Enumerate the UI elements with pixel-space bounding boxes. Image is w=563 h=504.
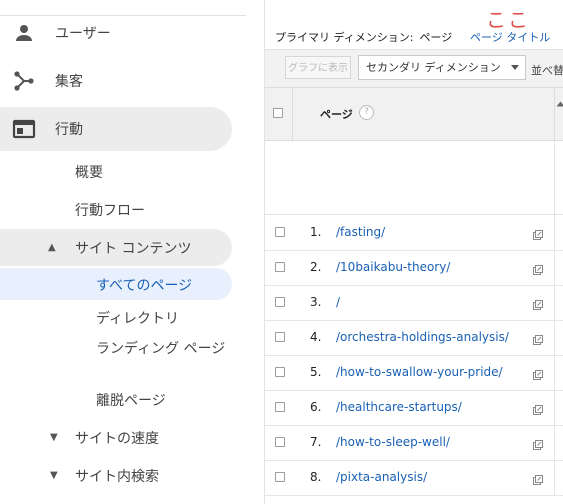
row-number: 2. <box>310 260 322 274</box>
table-row[interactable]: 1. /fasting/ <box>265 215 563 251</box>
sidebar-item-directory[interactable]: ディレクトリ <box>96 308 179 328</box>
secondary-dimension-select[interactable]: セカンダリ ディメンション <box>358 55 526 80</box>
column-divider <box>554 425 555 460</box>
external-link-icon[interactable] <box>533 225 543 240</box>
column-divider <box>554 320 555 355</box>
table-row[interactable]: 2. /10baikabu-theory/ <box>265 250 563 286</box>
row-checkbox[interactable] <box>275 227 285 237</box>
page-path-link[interactable]: /10baikabu-theory/ <box>336 260 450 274</box>
row-number: 6. <box>310 400 322 414</box>
column-divider <box>554 390 555 425</box>
column-divider <box>554 460 555 495</box>
row-checkbox[interactable] <box>275 262 285 272</box>
table-row[interactable]: 7. /how-to-sleep-well/ <box>265 425 563 461</box>
triangle-up-icon: ▲ <box>48 242 56 253</box>
page-path-link[interactable]: /fasting/ <box>336 225 385 239</box>
page-path-link[interactable]: /how-to-swallow-your-pride/ <box>336 365 503 379</box>
row-checkbox[interactable] <box>275 332 285 342</box>
sidebar-item-label: 行動 <box>55 122 83 138</box>
sort-type-label[interactable]: 並べ替 <box>531 62 563 78</box>
sidebar-item-label: ユーザー <box>55 26 111 42</box>
triangle-down-icon: ▼ <box>50 432 58 443</box>
primary-dimension-bar: プライマリ ディメンション: ページ ページ タイトル <box>275 29 550 45</box>
page-path-link[interactable]: /pixta-analysis/ <box>336 470 427 484</box>
sidebar-item-behavior-flow[interactable]: 行動フロー <box>75 200 145 220</box>
row-checkbox[interactable] <box>275 472 285 482</box>
external-link-icon[interactable] <box>533 330 543 345</box>
table-row[interactable]: 8. /pixta-analysis/ <box>265 460 563 496</box>
table-header: ページ ? <box>265 87 563 141</box>
page-path-link[interactable]: /healthcare-startups/ <box>336 400 462 414</box>
column-divider <box>554 215 555 250</box>
summary-row <box>265 140 563 215</box>
row-number: 7. <box>310 435 322 449</box>
row-number: 1. <box>310 225 322 239</box>
triangle-down-icon: ▼ <box>50 470 58 481</box>
sidebar-item-site-speed[interactable]: サイトの速度 <box>75 428 159 448</box>
column-divider <box>292 88 293 140</box>
external-link-icon[interactable] <box>533 470 543 485</box>
sidebar-item-label: 集客 <box>55 74 83 90</box>
sidebar-item-site-search[interactable]: サイト内検索 <box>75 466 159 486</box>
sidebar-item-behavior[interactable]: 行動 <box>0 107 232 151</box>
page-path-link[interactable]: /orchestra-holdings-analysis/ <box>336 330 509 344</box>
sidebar-item-acquisition[interactable]: 集客 <box>0 59 232 103</box>
person-icon <box>12 21 36 45</box>
row-checkbox[interactable] <box>275 367 285 377</box>
table-row[interactable]: 5. /how-to-swallow-your-pride/ <box>265 355 563 391</box>
primary-dimension-label: プライマリ ディメンション: <box>275 31 414 44</box>
behavior-icon <box>12 117 36 141</box>
page-path-link[interactable]: / <box>336 295 340 309</box>
row-number: 4. <box>310 330 322 344</box>
sidebar-item-label: サイト コンテンツ <box>75 241 192 257</box>
row-number: 8. <box>310 470 322 484</box>
sidebar-item-label: すべてのページ <box>96 278 193 294</box>
page-path-link[interactable]: /how-to-sleep-well/ <box>336 435 450 449</box>
column-divider <box>554 250 555 285</box>
external-link-icon[interactable] <box>533 365 543 380</box>
column-divider <box>554 355 555 390</box>
table-row[interactable]: 4. /orchestra-holdings-analysis/ <box>265 320 563 356</box>
table-row[interactable]: 3. / <box>265 285 563 321</box>
row-checkbox[interactable] <box>275 402 285 412</box>
column-divider <box>554 88 555 140</box>
external-link-icon[interactable] <box>533 295 543 310</box>
external-link-icon[interactable] <box>533 400 543 415</box>
external-link-icon[interactable] <box>533 435 543 450</box>
primary-dimension-current: ページ <box>419 31 453 44</box>
column-header-page[interactable]: ページ <box>320 106 353 122</box>
secondary-dimension-label: セカンダリ ディメンション <box>366 61 501 74</box>
plot-rows-button[interactable]: グラフに表示 <box>285 56 351 79</box>
sort-arrow-icon <box>556 101 563 107</box>
table-row[interactable]: 6. /healthcare-startups/ <box>265 390 563 426</box>
sidebar-item-landing-pages[interactable]: ランディング ページ <box>96 339 226 360</box>
column-divider <box>554 140 555 214</box>
help-icon[interactable]: ? <box>359 105 374 120</box>
row-number: 3. <box>310 295 322 309</box>
primary-dimension-page-title-link[interactable]: ページ タイトル <box>470 29 550 45</box>
external-link-icon[interactable] <box>533 260 543 275</box>
report-panel: ここ プライマリ ディメンション: ページ ページ タイトル グラフに表示 セカン… <box>264 0 563 504</box>
sidebar-item-overview[interactable]: 概要 <box>75 162 103 182</box>
row-checkbox[interactable] <box>275 297 285 307</box>
sidebar-item-users[interactable]: ユーザー <box>0 11 232 55</box>
row-number: 5. <box>310 365 322 379</box>
chevron-down-icon <box>511 65 519 70</box>
column-divider <box>554 285 555 320</box>
select-all-checkbox[interactable] <box>273 108 283 118</box>
acquisition-icon <box>12 69 36 93</box>
table-toolbar: グラフに表示 セカンダリ ディメンション 並べ替 <box>265 49 563 88</box>
sidebar-item-exit-pages[interactable]: 離脱ページ <box>96 390 166 410</box>
row-checkbox[interactable] <box>275 437 285 447</box>
sidebar: ユーザー 集客 行動 概要 行動フロー ▲ サイト コンテンツ すべてのページ … <box>0 0 246 504</box>
